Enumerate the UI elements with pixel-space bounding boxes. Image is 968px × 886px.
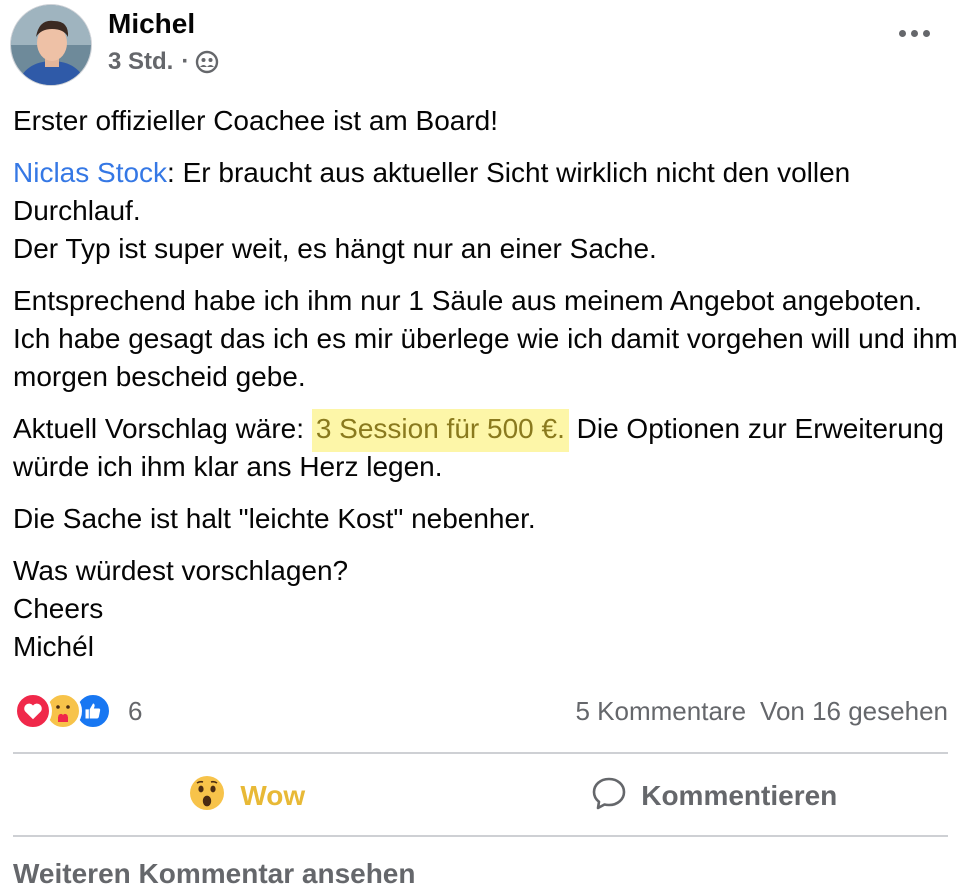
paragraph-4-before: Aktuell Vorschlag wäre: xyxy=(13,413,312,444)
divider-top xyxy=(13,752,948,754)
meta-separator: · xyxy=(181,48,190,75)
paragraph-4: Aktuell Vorschlag wäre: 3 Session für 50… xyxy=(13,409,958,486)
wow-label: Wow xyxy=(240,780,306,811)
avatar-image xyxy=(11,5,91,85)
author-name[interactable]: Michel xyxy=(108,8,195,40)
post-time[interactable]: 3 Std. xyxy=(108,48,173,76)
paragraph-6-line-2: Cheers xyxy=(13,593,104,624)
love-reaction-icon xyxy=(14,692,52,730)
comment-label: Kommentieren xyxy=(641,780,838,811)
divider-bottom xyxy=(13,835,948,837)
post-actions: Wow Kommentieren xyxy=(13,756,948,836)
paragraph-6: Was würdest vorschlagen? Cheers Michél xyxy=(13,552,958,666)
comment-button[interactable]: Kommentieren xyxy=(481,756,949,836)
paragraph-3: Entsprechend habe ich ihm nur 1 Säule au… xyxy=(13,285,958,392)
paragraph-2: Niclas Stock: Er braucht aus aktueller S… xyxy=(13,154,958,268)
post-body: Erster offizieller Coachee ist am Board!… xyxy=(13,102,958,680)
reaction-count[interactable]: 6 xyxy=(128,696,142,727)
post-meta: 3 Std. · xyxy=(108,48,219,76)
mention-link[interactable]: Niclas Stock xyxy=(13,157,167,188)
paragraph-1: Erster offizieller Coachee ist am Board! xyxy=(13,105,499,136)
highlighted-offer: 3 Session für 500 €. xyxy=(311,409,569,452)
post-stats: 5 Kommentare Von 16 gesehen xyxy=(576,696,949,727)
facebook-post: Michel 3 Std. · Erster offizieller Coach… xyxy=(0,0,968,886)
wow-button[interactable]: Wow xyxy=(13,756,481,836)
wow-reaction-icon xyxy=(188,774,226,819)
friends-icon[interactable] xyxy=(195,50,219,74)
comment-icon xyxy=(591,775,627,818)
paragraph-6-line-3: Michél xyxy=(13,631,94,662)
view-more-comments-link[interactable]: Weiteren Kommentar ansehen xyxy=(13,858,416,886)
comment-count[interactable]: 5 Kommentare xyxy=(576,696,747,727)
paragraph-6-line-1: Was würdest vorschlagen? xyxy=(13,555,349,586)
more-options-icon[interactable] xyxy=(899,30,930,37)
seen-count[interactable]: Von 16 gesehen xyxy=(760,696,948,727)
avatar[interactable] xyxy=(10,4,92,86)
paragraph-5: Die Sache ist halt "leichte Kost" nebenh… xyxy=(13,503,536,534)
paragraph-2-line-2: Der Typ ist super weit, es hängt nur an … xyxy=(13,233,657,264)
reactions-summary[interactable]: 6 xyxy=(14,692,142,730)
